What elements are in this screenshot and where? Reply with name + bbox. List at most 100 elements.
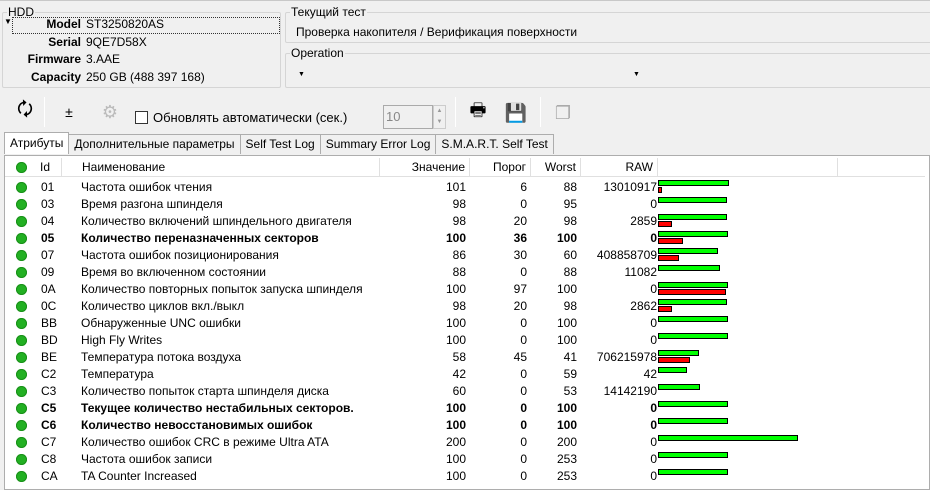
table-row[interactable]: C6 Количество невосстановимых ошибок 100 0 1… [5, 417, 925, 434]
table-row[interactable]: C5 Текущее количество нестабильных сектор… [5, 400, 925, 417]
save-icon[interactable]: 💾 [503, 100, 529, 126]
table-row[interactable]: C7 Количество ошибок CRC в режиме Ultra A… [5, 434, 925, 451]
attribute-worst: 98 [563, 214, 577, 228]
operation-select[interactable]: ▼ ▼ [294, 68, 644, 84]
expand-collapse-icon[interactable]: ± [56, 99, 82, 125]
value-bar [658, 367, 688, 373]
table-row[interactable]: 04 Количество включений шпиндельного двиг… [5, 213, 925, 230]
table-row[interactable]: 05 Количество переназначенных секторов 100… [5, 230, 925, 247]
attribute-name: Температура [81, 367, 154, 381]
attribute-raw: 13010917 [603, 180, 657, 194]
attribute-raw: 408858709 [596, 248, 657, 262]
attribute-threshold: 0 [520, 197, 527, 211]
value-bar [658, 282, 728, 288]
value-bar [658, 350, 699, 356]
interval-input[interactable]: 10 [383, 105, 433, 129]
table-row[interactable]: 09 Время во включенном состоянии 88 0 88 1108… [5, 264, 925, 281]
tab-summary-error-log[interactable]: Summary Error Log [319, 134, 437, 154]
header-value[interactable]: Значение [380, 158, 470, 177]
attribute-value: 98 [452, 214, 466, 228]
model-value: ST3250820AS [86, 17, 165, 31]
threshold-bar [658, 221, 672, 227]
attribute-name: Количество повторных попыток запуска шпи… [81, 282, 363, 296]
refresh-icon[interactable]: 🗘 [12, 99, 38, 125]
attribute-name: Количество включений шпиндельного двигат… [81, 214, 352, 228]
value-bar [658, 452, 728, 458]
table-row[interactable]: 07 Частота ошибок позиционирования 86 30 60 4… [5, 247, 925, 264]
attribute-worst: 100 [556, 418, 577, 432]
attribute-id: 0C [41, 299, 57, 313]
table-row[interactable]: BB Обнаруженные UNC ошибки 100 0 100 0 [5, 315, 925, 332]
header-raw[interactable]: RAW [581, 158, 658, 177]
table-row[interactable]: 0A Количество повторных попыток запуска ш… [5, 281, 925, 298]
value-bar [658, 418, 728, 424]
value-bar [658, 333, 728, 339]
header-id-label: Id [40, 160, 51, 174]
table-row[interactable]: 0C Количество циклов вкл./выкл 98 20 98 2862 [5, 298, 925, 315]
value-bar [658, 469, 728, 475]
tab-extra-params[interactable]: Дополнительные параметры [68, 134, 241, 154]
table-row[interactable]: BE Температура потока воздуха 58 45 41 706215… [5, 349, 925, 366]
status-ok-icon [16, 420, 27, 431]
chevron-down-icon: ▼ [633, 71, 640, 78]
attributes-table: Id Наименование Значение Порог Worst RAW… [4, 155, 930, 490]
attribute-threshold: 0 [520, 333, 527, 347]
value-bar [658, 435, 798, 441]
attribute-raw: 0 [650, 452, 657, 466]
table-row[interactable]: CA TA Counter Increased 100 0 253 0 [5, 468, 925, 485]
operation-left-arrow-icon: ▼ [298, 71, 305, 78]
attribute-threshold: 45 [513, 350, 527, 364]
status-ok-icon [16, 471, 27, 482]
operation-group: Operation ▼ ▼ [285, 46, 930, 88]
attribute-value: 88 [452, 265, 466, 279]
interval-spinner[interactable]: ▲ ▼ [433, 105, 446, 129]
table-row[interactable]: 01 Частота ошибок чтения 101 6 88 13010917 [5, 179, 925, 196]
tab-attributes[interactable]: Атрибуты [4, 132, 70, 154]
attribute-worst: 98 [563, 299, 577, 313]
table-row[interactable]: 03 Время разгона шпинделя 98 0 95 0 [5, 196, 925, 213]
header-threshold[interactable]: Порог [470, 158, 531, 177]
attribute-raw: 2859 [630, 214, 657, 228]
value-bar [658, 401, 728, 407]
print-icon[interactable]: 🖶 [465, 100, 491, 126]
attribute-value: 60 [452, 384, 466, 398]
table-row[interactable]: C3 Количество попыток старта шпинделя дис… [5, 383, 925, 400]
attribute-threshold: 20 [513, 214, 527, 228]
auto-refresh-label: Обновлять автоматически (сек.) [153, 110, 348, 125]
tab-smart-self-test[interactable]: S.M.A.R.T. Self Test [435, 134, 554, 154]
header-name[interactable]: Наименование [62, 158, 380, 177]
status-ok-icon [16, 437, 27, 448]
status-ok-icon [16, 386, 27, 397]
attribute-value: 200 [445, 435, 466, 449]
table-header: Id Наименование Значение Порог Worst RAW [5, 158, 925, 177]
status-ok-icon [16, 335, 27, 346]
attribute-name: Текущее количество нестабильных секторов… [81, 401, 354, 415]
table-row[interactable]: C8 Частота ошибок записи 100 0 253 0 [5, 451, 925, 468]
serial-value: 9QE7D58X [86, 35, 147, 49]
table-row[interactable]: C2 Температура 42 0 59 42 [5, 366, 925, 383]
attribute-id: 01 [41, 180, 55, 194]
attribute-name: High Fly Writes [81, 333, 163, 347]
status-ok-icon [16, 162, 27, 173]
attribute-id: C6 [41, 418, 57, 432]
hdd-dropdown-arrow-icon[interactable]: ▼ [4, 17, 12, 26]
attribute-threshold: 0 [520, 367, 527, 381]
attribute-value: 42 [452, 367, 466, 381]
auto-refresh-checkbox[interactable] [135, 111, 148, 124]
attribute-threshold: 0 [520, 435, 527, 449]
table-row[interactable]: BD High Fly Writes 100 0 100 0 [5, 332, 925, 349]
model-row: Model ST3250820AS [20, 17, 270, 34]
header-worst[interactable]: Worst [531, 158, 581, 177]
status-ok-icon [16, 216, 27, 227]
attribute-id: C2 [41, 367, 57, 381]
tab-self-test-log[interactable]: Self Test Log [239, 134, 321, 154]
attribute-id: 05 [41, 231, 55, 245]
value-bar [658, 197, 727, 203]
current-test-value: Проверка накопителя / Верификация поверх… [296, 25, 578, 39]
current-test-group: Текущий тест Проверка накопителя / Вериф… [285, 5, 930, 43]
header-id[interactable]: Id [5, 158, 62, 177]
threshold-bar [658, 306, 672, 312]
value-bar [658, 231, 728, 237]
attribute-id: 0A [41, 282, 56, 296]
attribute-threshold: 30 [513, 248, 527, 262]
